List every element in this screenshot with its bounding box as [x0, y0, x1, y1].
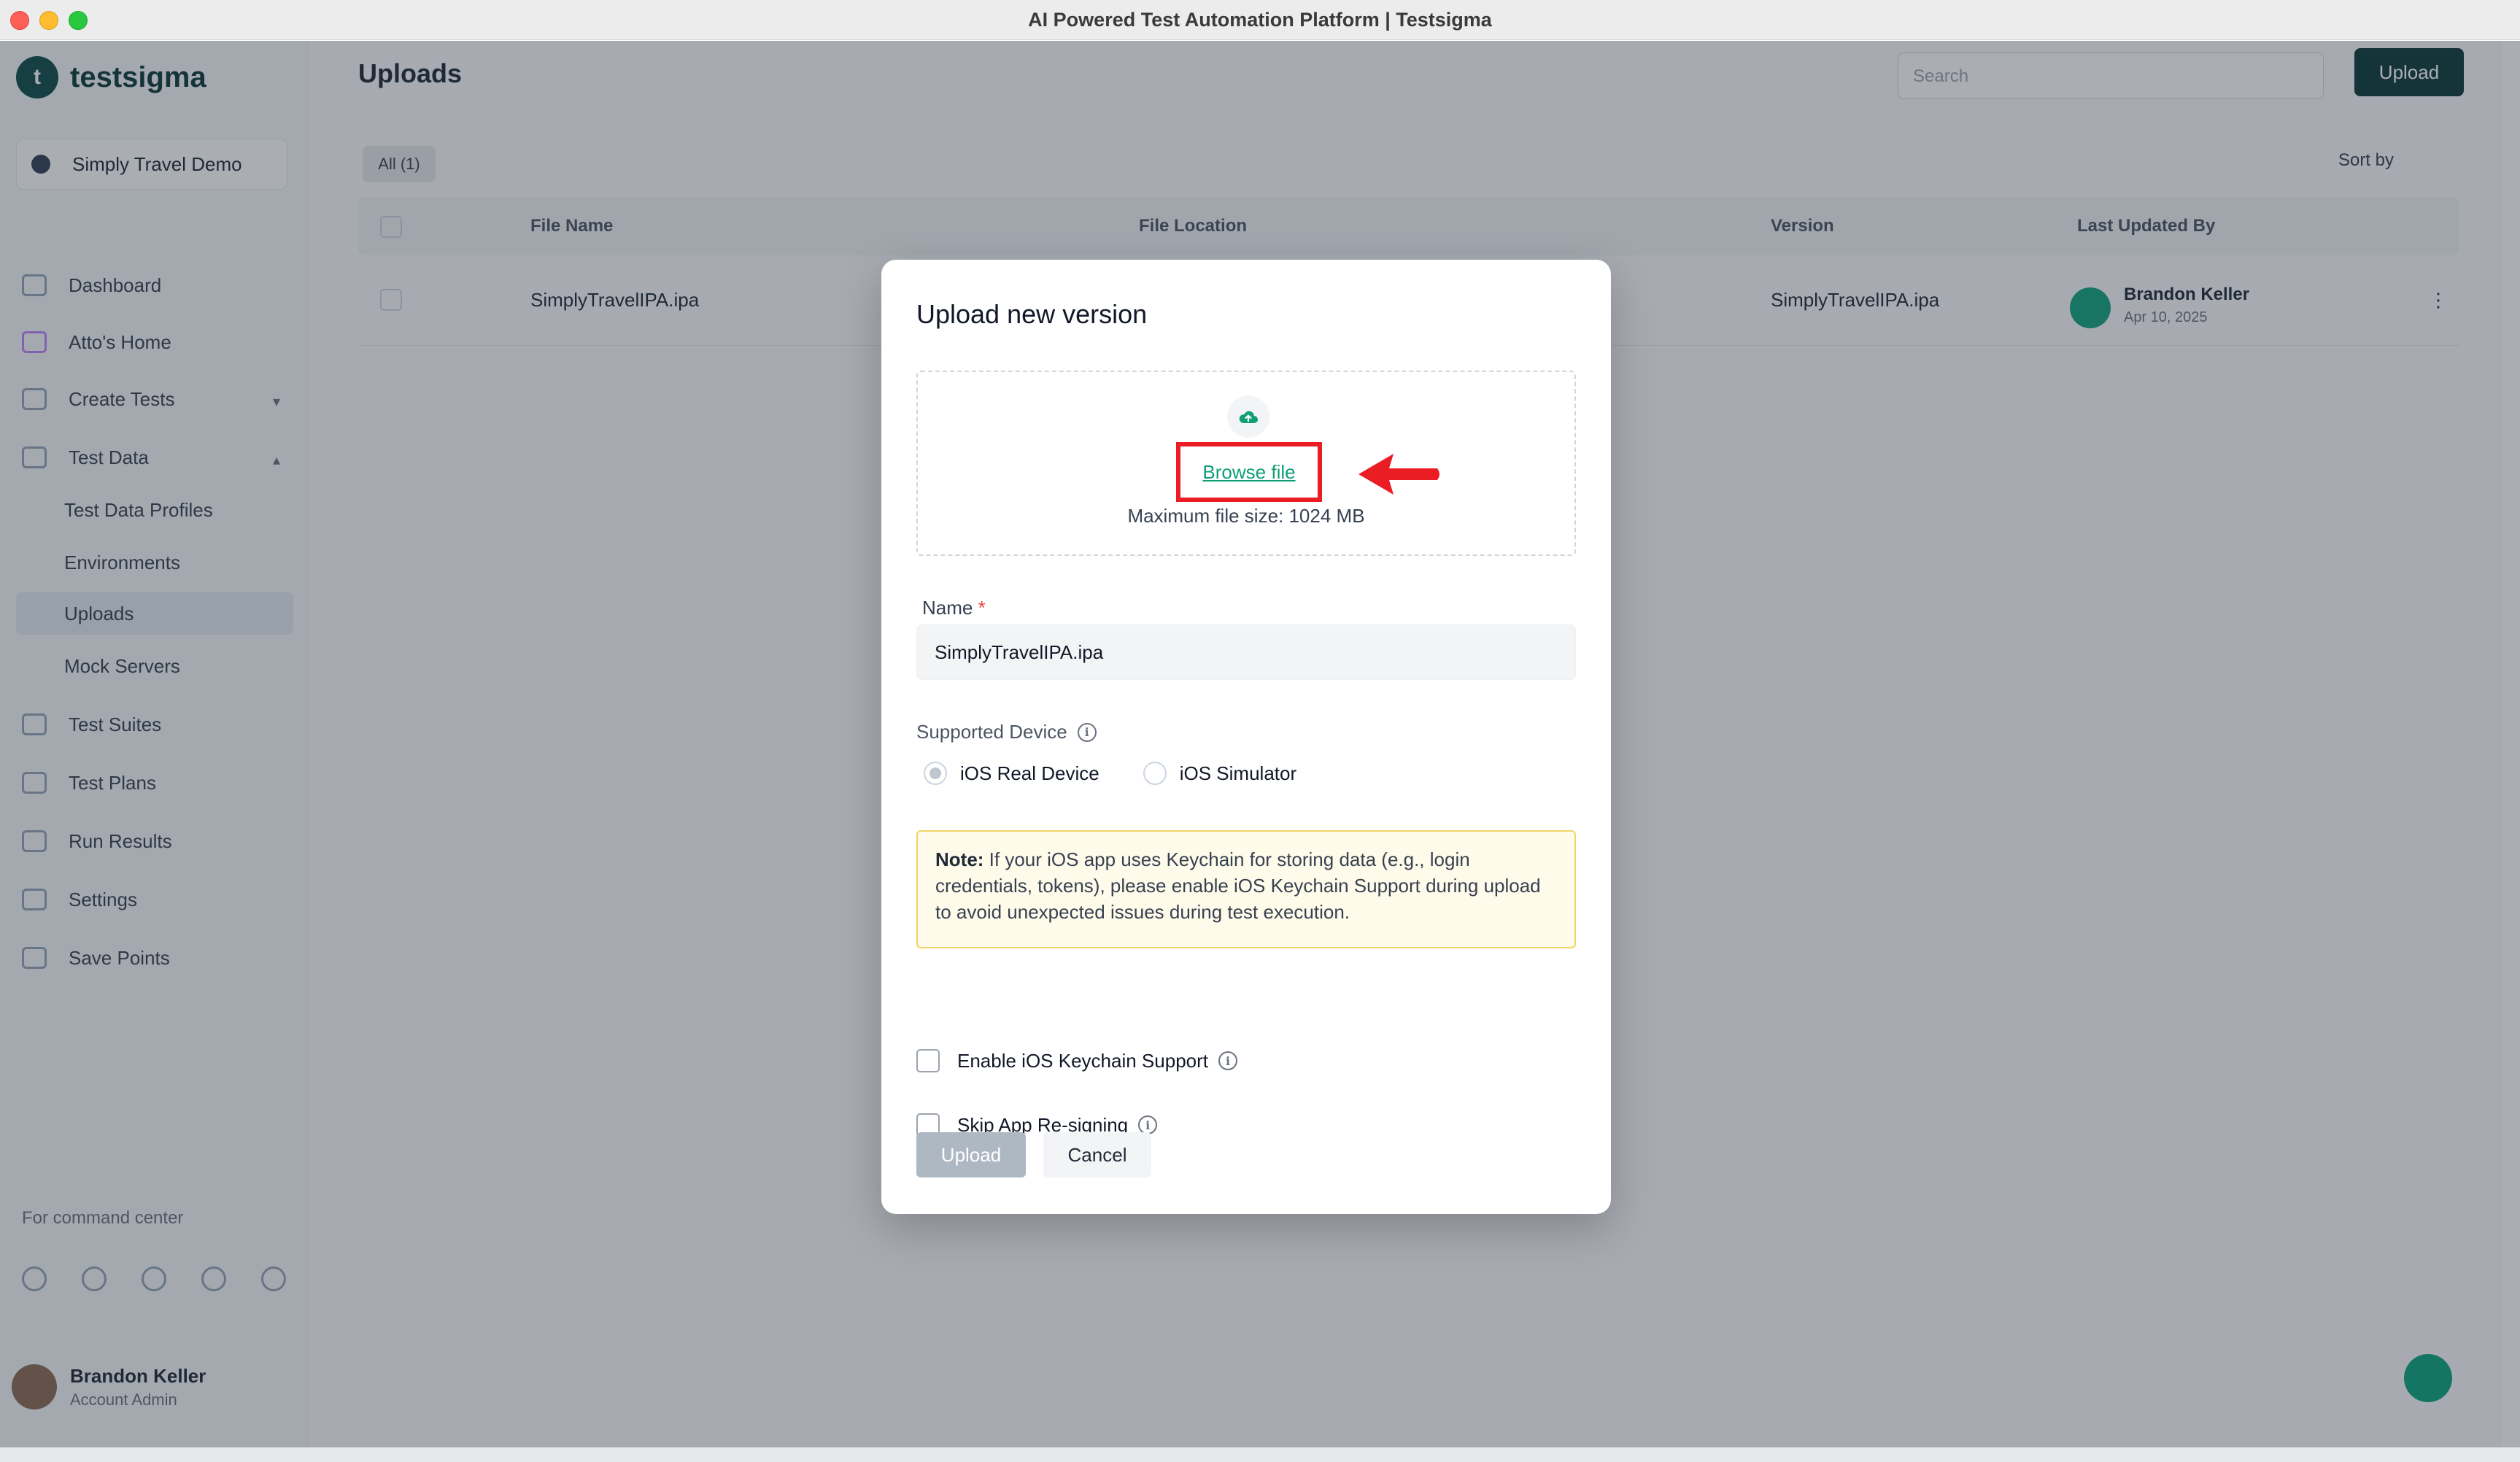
enable-keychain-option[interactable]: Enable iOS Keychain Support i	[916, 1049, 1237, 1072]
file-dropzone[interactable]: Browse file Maximum file size: 1024 MB	[916, 371, 1576, 556]
device-radio-group: iOS Real Device iOS Simulator	[924, 762, 1340, 785]
note-label: Note:	[935, 848, 984, 870]
radio-ios-simulator[interactable]: iOS Simulator	[1143, 762, 1296, 785]
radio-button[interactable]	[924, 762, 947, 785]
info-icon[interactable]: i	[1218, 1051, 1237, 1070]
info-icon[interactable]: i	[1077, 722, 1097, 742]
upload-submit-button[interactable]: Upload	[916, 1132, 1026, 1177]
required-indicator: *	[978, 597, 986, 619]
radio-label: iOS Real Device	[960, 762, 1099, 784]
radio-ios-real-device[interactable]: iOS Real Device	[924, 762, 1099, 785]
enable-keychain-checkbox[interactable]	[916, 1049, 940, 1072]
checkbox-label: Enable iOS Keychain Support	[957, 1049, 1208, 1072]
annotation-highlight-box: Browse file	[1176, 442, 1322, 502]
upload-new-version-dialog: Upload new version Browse file Maximum f…	[881, 260, 1611, 1214]
radio-label: iOS Simulator	[1179, 762, 1297, 784]
dialog-title: Upload new version	[916, 299, 1148, 329]
supported-device-label: Supported Device i	[916, 721, 1097, 743]
name-label-text: Name	[922, 597, 973, 619]
browse-file-link[interactable]: Browse file	[1180, 461, 1318, 484]
max-file-size-text: Maximum file size: 1024 MB	[1127, 505, 1365, 527]
name-label: Name *	[922, 597, 986, 619]
window-title: AI Powered Test Automation Platform | Te…	[1028, 9, 1492, 31]
annotation-arrow-icon	[1358, 454, 1439, 495]
name-field[interactable]	[916, 624, 1576, 680]
cancel-button[interactable]: Cancel	[1043, 1132, 1151, 1177]
radio-button[interactable]	[1143, 762, 1167, 785]
keychain-note: Note: If your iOS app uses Keychain for …	[916, 830, 1576, 948]
cloud-upload-icon	[1227, 395, 1269, 438]
window-bottom-edge	[0, 1447, 2520, 1462]
note-text: If your iOS app uses Keychain for storin…	[935, 848, 1541, 923]
supported-device-label-text: Supported Device	[916, 721, 1067, 743]
window-titlebar: AI Powered Test Automation Platform | Te…	[0, 0, 2520, 40]
